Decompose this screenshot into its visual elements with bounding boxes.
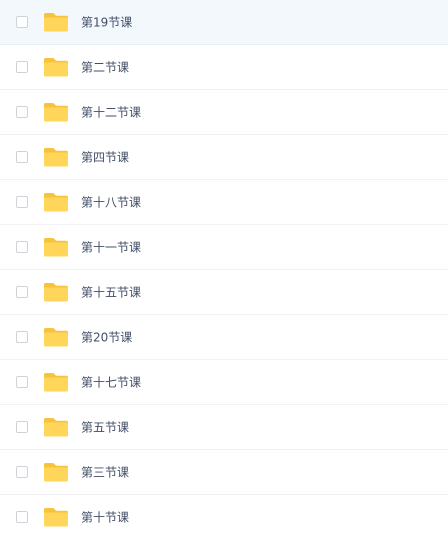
file-name[interactable]: 第三节课 <box>81 464 129 481</box>
folder-icon <box>43 147 69 168</box>
select-checkbox[interactable] <box>16 196 28 208</box>
file-row[interactable]: 第二节课 <box>0 45 448 90</box>
file-row[interactable]: 第十一节课 <box>0 225 448 270</box>
select-checkbox[interactable] <box>16 106 28 118</box>
folder-icon <box>43 327 69 348</box>
folder-icon <box>43 282 69 303</box>
folder-icon <box>43 237 69 258</box>
file-row[interactable]: 第五节课 <box>0 405 448 450</box>
select-checkbox[interactable] <box>16 241 28 253</box>
folder-icon <box>43 507 69 528</box>
file-name[interactable]: 第十一节课 <box>81 239 141 256</box>
select-checkbox[interactable] <box>16 466 28 478</box>
file-name[interactable]: 第十五节课 <box>81 284 141 301</box>
folder-icon <box>43 192 69 213</box>
folder-icon <box>43 462 69 483</box>
file-name[interactable]: 第五节课 <box>81 419 129 436</box>
select-checkbox[interactable] <box>16 286 28 298</box>
file-row[interactable]: 第十七节课 <box>0 360 448 405</box>
file-name[interactable]: 第19节课 <box>81 14 132 31</box>
file-row[interactable]: 第19节课 <box>0 0 448 45</box>
select-checkbox[interactable] <box>16 16 28 28</box>
select-checkbox[interactable] <box>16 376 28 388</box>
folder-icon <box>43 12 69 33</box>
select-checkbox[interactable] <box>16 421 28 433</box>
file-name[interactable]: 第十八节课 <box>81 194 141 211</box>
file-row[interactable]: 第三节课 <box>0 450 448 495</box>
file-row[interactable]: 第十二节课 <box>0 90 448 135</box>
folder-icon <box>43 102 69 123</box>
file-name[interactable]: 第十七节课 <box>81 374 141 391</box>
file-name[interactable]: 第二节课 <box>81 59 129 76</box>
folder-icon <box>43 372 69 393</box>
select-checkbox[interactable] <box>16 61 28 73</box>
folder-icon <box>43 57 69 78</box>
file-name[interactable]: 第四节课 <box>81 149 129 166</box>
file-row[interactable]: 第四节课 <box>0 135 448 180</box>
file-name[interactable]: 第20节课 <box>81 329 132 346</box>
file-name[interactable]: 第十节课 <box>81 509 129 526</box>
select-checkbox[interactable] <box>16 331 28 343</box>
file-name[interactable]: 第十二节课 <box>81 104 141 121</box>
file-row[interactable]: 第十八节课 <box>0 180 448 225</box>
folder-icon <box>43 417 69 438</box>
file-row[interactable]: 第十节课 <box>0 495 448 533</box>
select-checkbox[interactable] <box>16 511 28 523</box>
file-list: 第19节课 第二节课 第十二节课 第四节课 第十八节课 第十一节课 第十五节课 … <box>0 0 448 533</box>
file-row[interactable]: 第十五节课 <box>0 270 448 315</box>
select-checkbox[interactable] <box>16 151 28 163</box>
file-row[interactable]: 第20节课 <box>0 315 448 360</box>
